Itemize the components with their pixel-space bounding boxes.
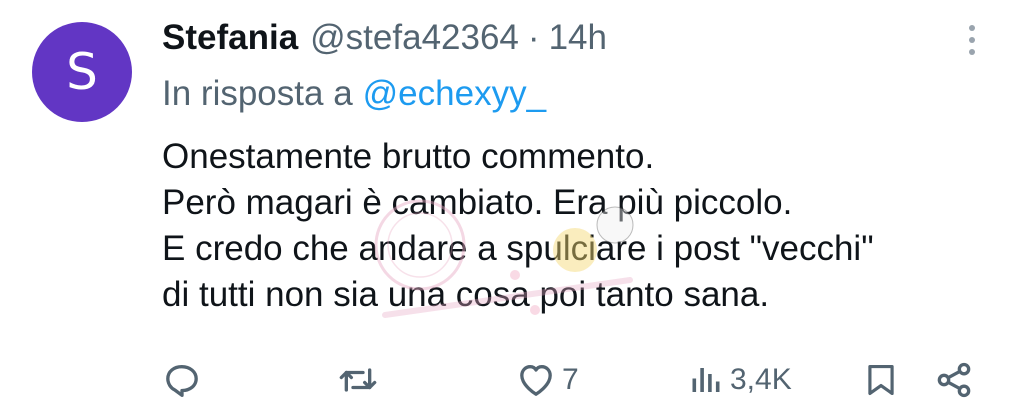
reply-icon <box>166 365 198 397</box>
timestamp[interactable]: 14h <box>549 18 607 58</box>
heart-icon <box>520 365 552 396</box>
action-bar: 7 3,4K <box>0 352 1024 408</box>
avatar-letter: S <box>66 43 98 101</box>
retweet-icon <box>339 368 377 392</box>
bookmark-button[interactable] <box>862 352 900 408</box>
reply-handle-link[interactable]: @echexyy_ <box>363 74 546 114</box>
display-name[interactable]: Stefania <box>162 18 298 58</box>
user-handle[interactable]: @stefa42364 <box>310 18 519 58</box>
retweet-button[interactable] <box>336 352 380 408</box>
tweet-header: Stefania @stefa42364 · 14h <box>162 14 607 62</box>
tweet-text: Onestamente brutto commento. Però magari… <box>162 134 1002 318</box>
reply-context: In risposta a @echexyy_ <box>162 70 546 118</box>
avatar[interactable]: S <box>32 22 132 122</box>
like-button[interactable]: 7 <box>516 352 579 408</box>
tweet-text-line: Però magari è cambiato. Era più piccolo. <box>162 183 793 222</box>
share-icon <box>937 362 971 398</box>
tweet-text-line: di tutti non sia una cosa poi tanto sana… <box>162 275 770 314</box>
more-vertical-icon[interactable] <box>956 18 988 62</box>
tweet-text-line: Onestamente brutto commento. <box>162 137 655 176</box>
tweet[interactable]: S Stefania @stefa42364 · 14h In risposta… <box>0 0 1024 420</box>
share-button[interactable] <box>934 352 974 408</box>
views-icon <box>692 368 720 392</box>
views-count: 3,4K <box>730 363 792 396</box>
tweet-text-line: E credo che andare a spulciare i post "v… <box>162 229 874 268</box>
like-count: 7 <box>562 363 579 396</box>
views-button[interactable]: 3,4K <box>688 352 792 408</box>
bookmark-icon <box>868 364 894 396</box>
separator-dot: · <box>527 18 540 57</box>
reply-prefix: In risposta a <box>162 74 353 113</box>
reply-button[interactable] <box>162 352 202 408</box>
